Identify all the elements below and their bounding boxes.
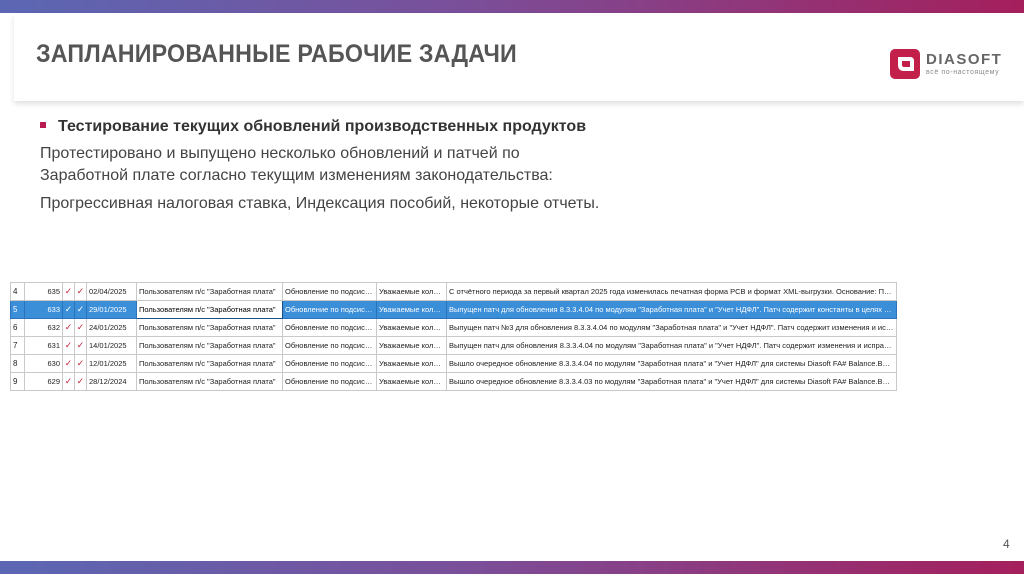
date-cell[interactable]: 02/04/2025 <box>86 282 137 301</box>
logo-wordmark: DIASOFT <box>926 51 1003 68</box>
slide-title: ЗАПЛАНИРОВАННЫЕ РАБОЧИЕ ЗАДАЧИ <box>36 40 517 68</box>
recipient-cell[interactable]: Пользователям п/с "Заработная плата" <box>136 318 283 337</box>
paragraph-topics: Прогрессивная налоговая ставка, Индексац… <box>40 195 600 212</box>
recipient-cell[interactable]: Пользователям п/с "Заработная плата" <box>136 354 283 373</box>
bottom-gradient-bar <box>0 561 1024 574</box>
date-cell[interactable]: 24/01/2025 <box>86 318 137 337</box>
greeting-cell[interactable]: Уважаемые коллеги! <box>376 354 447 373</box>
greeting-cell[interactable]: Уважаемые коллеги! <box>376 336 447 355</box>
date-cell[interactable]: 29/01/2025 <box>86 300 137 319</box>
check-icon[interactable]: ✓ <box>62 354 75 373</box>
greeting-cell[interactable]: Уважаемые коллеги! <box>376 318 447 337</box>
id-cell[interactable]: 635 <box>24 282 63 301</box>
bullet-text: Тестирование текущих обновлений производ… <box>58 118 587 135</box>
message-text-cell[interactable]: Выпущен патч для обновления 8.3.3.4.04 п… <box>446 336 897 355</box>
message-text-cell[interactable]: Вышло очередное обновление 8.3.3.4.03 по… <box>446 372 897 391</box>
greeting-cell[interactable]: Уважаемые коллеги! <box>376 300 447 319</box>
check-icon[interactable]: ✓ <box>74 300 87 319</box>
message-text-cell[interactable]: Выпущен патч для обновления 8.3.3.4.04 п… <box>446 300 897 319</box>
subject-cell[interactable]: Обновление по подсистем... <box>282 300 377 319</box>
message-text-cell[interactable]: С отчётного периода за первый квартал 20… <box>446 282 897 301</box>
id-cell[interactable]: 631 <box>24 336 63 355</box>
check-icon[interactable]: ✓ <box>62 300 75 319</box>
id-cell[interactable]: 629 <box>24 372 63 391</box>
top-gradient-bar <box>0 0 1024 13</box>
check-icon[interactable]: ✓ <box>74 336 87 355</box>
subject-cell[interactable]: Обновление по подсистем... <box>282 372 377 391</box>
message-text-cell[interactable]: Выпущен патч №3 для обновления 8.3.3.4.0… <box>446 318 897 337</box>
check-icon[interactable]: ✓ <box>62 318 75 337</box>
slide-header: ЗАПЛАНИРОВАННЫЕ РАБОЧИЕ ЗАДАЧИ DIASOFT в… <box>14 13 1024 101</box>
row-number-cell[interactable]: 8 <box>10 354 25 373</box>
subject-cell[interactable]: Обновление по подсистем... <box>282 318 377 337</box>
id-cell[interactable]: 633 <box>24 300 63 319</box>
table-row[interactable]: 4 635 ✓ ✓ 02/04/2025 Пользователям п/с "Зараб… <box>10 282 897 301</box>
table-row[interactable]: 6 632 ✓ ✓ 24/01/2025 Пользователям п/с "Зараб… <box>10 318 897 337</box>
check-icon[interactable]: ✓ <box>62 282 75 301</box>
table-row[interactable]: 8 630 ✓ ✓ 12/01/2025 Пользователям п/с "Зараб… <box>10 354 897 373</box>
subject-cell[interactable]: Обновление по подсистем... <box>282 336 377 355</box>
diasoft-logo: DIASOFT всё по-настоящему <box>890 49 1020 81</box>
message-text-cell[interactable]: Вышло очередное обновление 8.3.3.4.04 по… <box>446 354 897 373</box>
check-icon[interactable]: ✓ <box>74 282 87 301</box>
greeting-cell[interactable]: Уважаемые коллеги! <box>376 282 447 301</box>
row-number-cell[interactable]: 5 <box>10 300 25 319</box>
date-cell[interactable]: 28/12/2024 <box>86 372 137 391</box>
date-cell[interactable]: 14/01/2025 <box>86 336 137 355</box>
subject-cell[interactable]: Обновление по подсистем... <box>282 282 377 301</box>
id-cell[interactable]: 630 <box>24 354 63 373</box>
notifications-table: 4 635 ✓ ✓ 02/04/2025 Пользователям п/с "Зараб… <box>10 282 897 391</box>
recipient-cell[interactable]: Пользователям п/с "Заработная плата" <box>136 282 283 301</box>
check-icon[interactable]: ✓ <box>74 318 87 337</box>
recipient-cell[interactable]: Пользователям п/с "Заработная плата" <box>136 336 283 355</box>
table-row[interactable]: 7 631 ✓ ✓ 14/01/2025 Пользователям п/с "Зараб… <box>10 336 897 355</box>
page-number: 4 <box>1003 537 1010 551</box>
subject-cell[interactable]: Обновление по подсистем... <box>282 354 377 373</box>
diasoft-logo-icon <box>890 49 920 79</box>
check-icon[interactable]: ✓ <box>74 354 87 373</box>
date-cell[interactable]: 12/01/2025 <box>86 354 137 373</box>
row-number-cell[interactable]: 4 <box>10 282 25 301</box>
row-number-cell[interactable]: 7 <box>10 336 25 355</box>
square-bullet-icon <box>40 122 46 128</box>
row-number-cell[interactable]: 6 <box>10 318 25 337</box>
bullet-heading: Тестирование текущих обновлений производ… <box>40 118 586 136</box>
logo-tagline: всё по-настоящему <box>926 69 1000 76</box>
id-cell[interactable]: 632 <box>24 318 63 337</box>
recipient-cell[interactable]: Пользователям п/с "Заработная плата" <box>136 372 283 391</box>
paragraph-updates: Протестировано и выпущено несколько обно… <box>40 145 553 184</box>
check-icon[interactable]: ✓ <box>74 372 87 391</box>
check-icon[interactable]: ✓ <box>62 336 75 355</box>
check-icon[interactable]: ✓ <box>62 372 75 391</box>
table-row[interactable]: 9 629 ✓ ✓ 28/12/2024 Пользователям п/с "Зараб… <box>10 372 897 391</box>
recipient-cell[interactable]: Пользователям п/с "Заработная плата" <box>136 300 283 319</box>
greeting-cell[interactable]: Уважаемые коллеги! <box>376 372 447 391</box>
table-row[interactable]: 5 633 ✓ ✓ 29/01/2025 Пользователям п/с "Зараб… <box>10 300 897 319</box>
row-number-cell[interactable]: 9 <box>10 372 25 391</box>
